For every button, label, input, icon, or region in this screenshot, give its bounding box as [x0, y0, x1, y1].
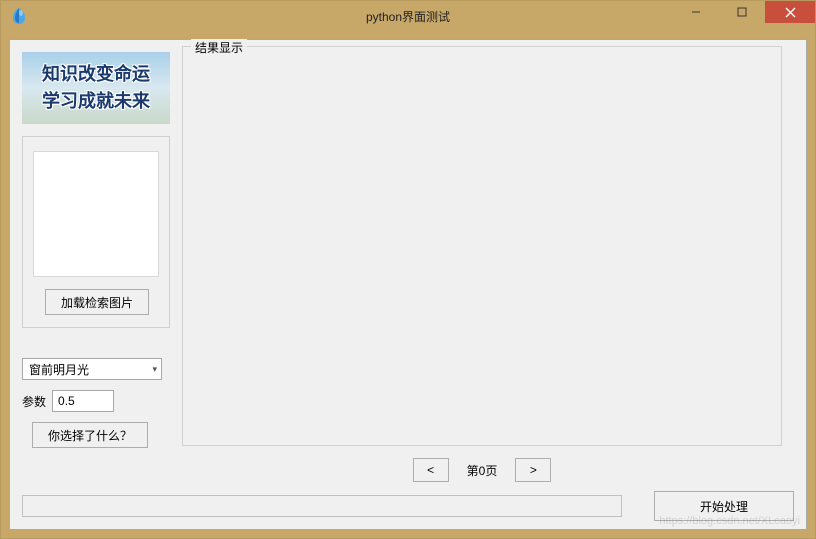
- minimize-icon: [691, 7, 701, 17]
- status-bar: [22, 495, 622, 517]
- minimize-button[interactable]: [673, 1, 719, 23]
- pager: < 第0页 >: [182, 456, 782, 484]
- window-controls: [673, 1, 815, 23]
- maximize-button[interactable]: [719, 1, 765, 23]
- chevron-down-icon: ▾: [152, 364, 157, 375]
- dropdown-selected-text: 窗前明月光: [29, 361, 89, 378]
- next-page-button[interactable]: >: [515, 458, 551, 482]
- result-group-label: 结果显示: [191, 39, 247, 56]
- prev-page-button[interactable]: <: [413, 458, 449, 482]
- titlebar: python界面测试: [1, 1, 815, 31]
- result-content: [191, 55, 773, 437]
- param-input[interactable]: [52, 390, 114, 412]
- client-area: 知识改变命运 学习成就未来 加载检索图片 窗前明月光 ▾ 参数 你选择了什么？ …: [9, 39, 807, 530]
- image-load-group: 加载检索图片: [22, 136, 170, 328]
- banner-image: 知识改变命运 学习成就未来: [22, 52, 170, 124]
- option-dropdown[interactable]: 窗前明月光 ▾: [22, 358, 162, 380]
- result-groupbox: 结果显示: [182, 46, 782, 446]
- page-label: 第0页: [467, 462, 498, 479]
- param-label: 参数: [22, 393, 46, 410]
- load-image-button[interactable]: 加载检索图片: [45, 289, 149, 315]
- close-icon: [785, 7, 796, 18]
- app-icon: [9, 6, 29, 26]
- param-row: 参数: [22, 390, 114, 412]
- image-preview: [33, 151, 159, 277]
- start-processing-button[interactable]: 开始处理: [654, 491, 794, 521]
- maximize-icon: [737, 7, 747, 17]
- client-frame: 知识改变命运 学习成就未来 加载检索图片 窗前明月光 ▾ 参数 你选择了什么？ …: [1, 31, 815, 538]
- what-did-you-choose-button[interactable]: 你选择了什么？: [32, 422, 148, 448]
- app-window: python界面测试 知识改变命运 学习成就未来 加载检索图片: [0, 0, 816, 539]
- close-button[interactable]: [765, 1, 815, 23]
- banner-line-2: 学习成就未来: [42, 88, 150, 115]
- window-title: python界面测试: [366, 8, 450, 25]
- banner-line-1: 知识改变命运: [42, 61, 150, 88]
